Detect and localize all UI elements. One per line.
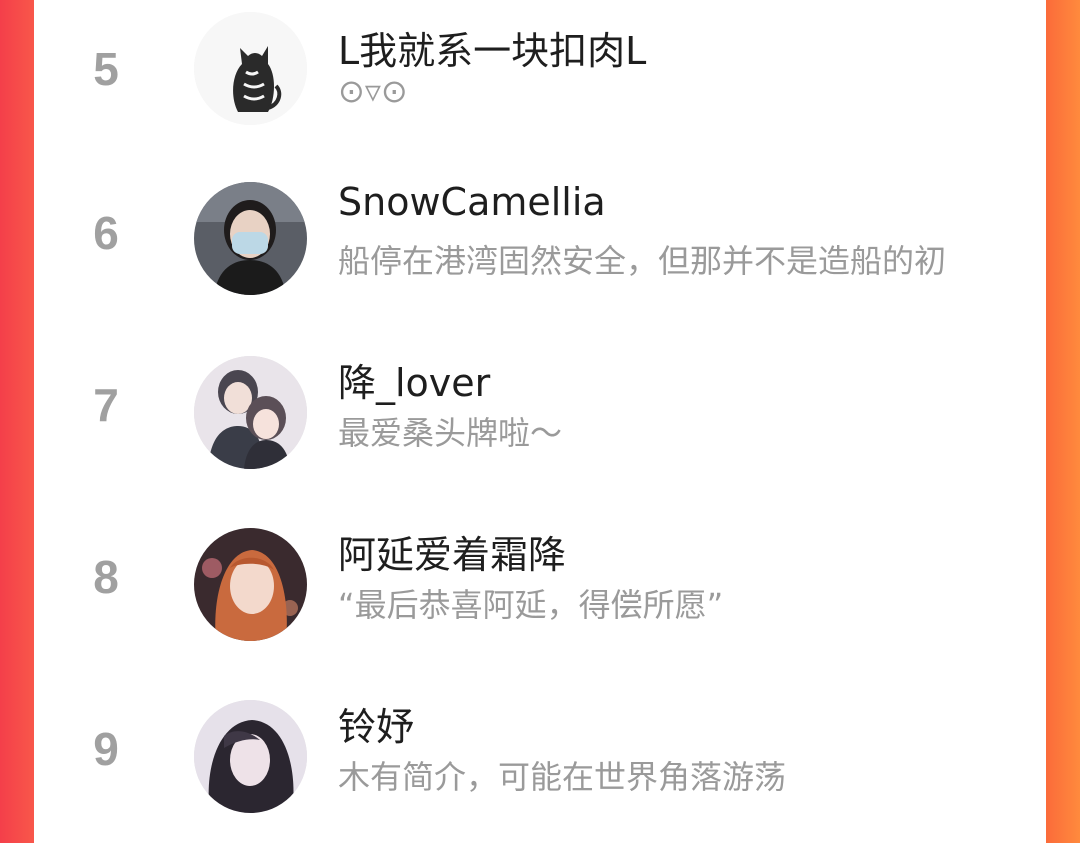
rank-number: 7 (93, 379, 119, 431)
rank-number: 5 (93, 43, 119, 95)
rank-number: 8 (93, 551, 119, 603)
user-name: SnowCamellia (338, 180, 606, 224)
user-bio: ⊙▿⊙ (338, 72, 408, 110)
rank-number: 6 (93, 207, 119, 259)
ranking-list-item[interactable]: 9 铃妤 木有简介，可能在世界角落游荡 (34, 678, 1046, 843)
ranking-list-screen: 5 L我就系一块扣肉L ⊙▿⊙ 6 SnowCamellia 船停在港湾固然安全… (0, 0, 1080, 843)
anime-darkhair-avatar[interactable] (194, 700, 307, 813)
ranking-list-item[interactable]: 6 SnowCamellia 船停在港湾固然安全，但那并不是造船的初 (34, 162, 1046, 334)
ranking-list-item[interactable]: 7 降_lover 最爱桑头牌啦～ (34, 334, 1046, 506)
anime-redhead-avatar[interactable] (194, 528, 307, 641)
masked-girl-avatar[interactable] (194, 182, 307, 295)
anime-couple-avatar[interactable] (194, 356, 307, 469)
user-name: L我就系一块扣肉L (338, 29, 647, 73)
user-bio: 木有简介，可能在世界角落游荡 (338, 758, 787, 796)
cat-avatar[interactable] (194, 12, 307, 125)
ranking-list-item[interactable]: 8 阿延爱着霜降 “最后恭喜阿延，得偿所愿” (34, 506, 1046, 678)
user-bio: “最后恭喜阿延，得偿所愿” (338, 586, 724, 624)
ranking-list-item[interactable]: 5 L我就系一块扣肉L ⊙▿⊙ (34, 0, 1046, 162)
user-name: 阿延爱着霜降 (338, 533, 567, 577)
rank-number: 9 (93, 723, 119, 775)
user-name: 铃妤 (338, 705, 415, 749)
user-bio: 船停在港湾固然安全，但那并不是造船的初 (338, 242, 947, 280)
user-name: 降_lover (338, 361, 491, 405)
user-bio: 最爱桑头牌啦～ (338, 414, 563, 452)
